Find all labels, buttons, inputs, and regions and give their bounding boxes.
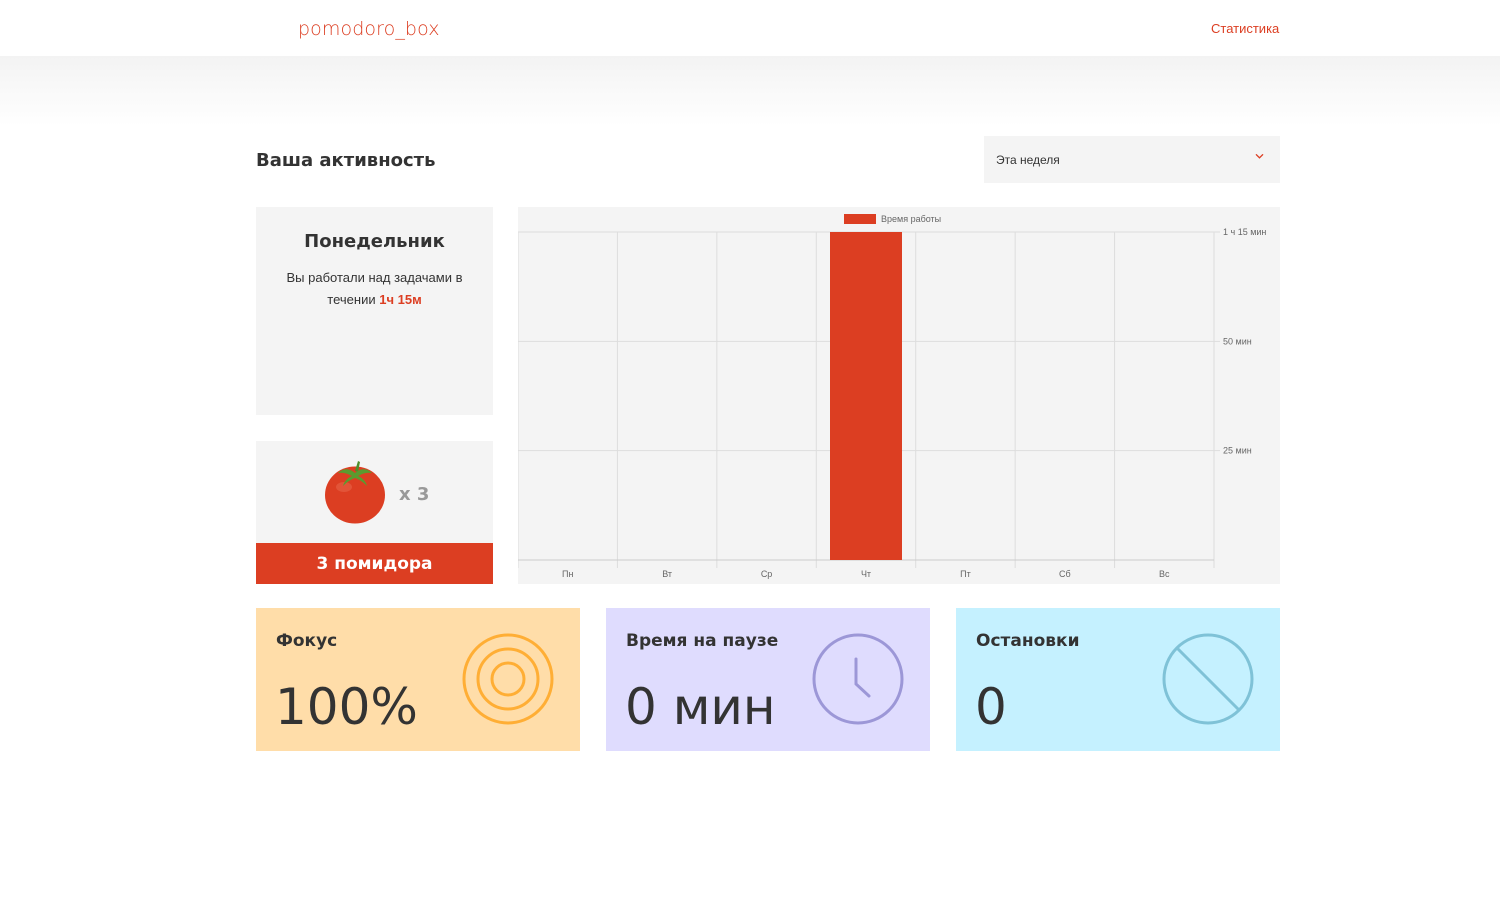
period-select[interactable]: Эта неделя — [984, 136, 1280, 183]
x-tick-label: Вт — [662, 569, 672, 579]
period-select-value: Эта неделя — [996, 153, 1060, 167]
x-tick-label: Пт — [960, 569, 971, 579]
day-title: Понедельник — [304, 231, 445, 252]
focus-target-icon — [462, 633, 554, 725]
y-tick-label: 50 мин — [1223, 336, 1252, 346]
y-tick-label: 25 мин — [1223, 446, 1252, 456]
page-title: Ваша активность — [256, 150, 436, 171]
y-tick-label: 1 ч 15 мин — [1223, 227, 1266, 237]
focus-title: Фокус — [276, 631, 338, 651]
legend-label: Время работы — [881, 214, 941, 224]
legend-swatch — [844, 214, 876, 224]
header-shadow — [0, 56, 1500, 126]
stops-card: Остановки 0 — [956, 608, 1280, 751]
chevron-down-icon — [1255, 154, 1264, 159]
clock-icon — [812, 633, 904, 725]
x-tick-label: Вс — [1159, 569, 1170, 579]
stops-value: 0 — [975, 678, 1007, 736]
pause-card: Время на паузе 0 мин — [606, 608, 930, 751]
x-tick-label: Ср — [761, 569, 773, 579]
weekly-chart-svg: 25 мин 50 мин 1 ч 15 мин Пн Вт Ср Чт Пт Сб Вс Врем… — [518, 214, 1266, 579]
weekly-chart: 25 мин 50 мин 1 ч 15 мин Пн Вт Ср Чт Пт Сб Вс Врем… — [518, 207, 1280, 584]
nav-statistics-link[interactable]: Статистика — [1211, 21, 1279, 36]
logo[interactable]: pomodoro_box — [298, 18, 440, 40]
stops-title: Остановки — [976, 631, 1080, 651]
bar-Чт — [830, 232, 902, 560]
header: pomodoro_box Статистика — [0, 0, 1500, 56]
x-tick-label: Чт — [861, 569, 871, 579]
tomato-count: x 3 — [399, 484, 430, 505]
tomato-icon — [325, 461, 385, 524]
day-summary-duration: 1ч 15м — [379, 292, 422, 307]
tomato-total-banner: 3 помидора — [256, 543, 493, 584]
pause-title: Время на паузе — [626, 631, 779, 651]
focus-value: 100% — [275, 678, 418, 736]
day-summary-card: Понедельник Вы работали над задачами в т… — [256, 207, 493, 415]
x-tick-label: Сб — [1059, 569, 1071, 579]
day-summary-text: Вы работали над задачами в течении 1ч 15… — [280, 267, 470, 311]
day-summary-label: Вы работали над задачами в течении — [286, 270, 463, 307]
x-tick-label: Пн — [562, 569, 573, 579]
focus-card: Фокус 100% — [256, 608, 580, 751]
stop-icon — [1162, 633, 1254, 725]
pause-value: 0 мин — [625, 678, 776, 736]
